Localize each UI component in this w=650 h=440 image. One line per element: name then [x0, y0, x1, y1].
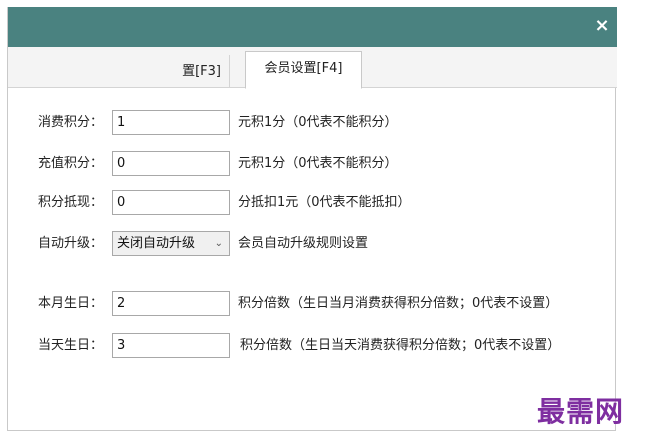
- row-recharge-points: 充值积分： 元积1分（0代表不能积分）: [8, 151, 617, 177]
- tab-strip: 置[F3] 会员设置[F4]: [8, 47, 617, 89]
- birthday-month-desc: 积分倍数（生日当月消费获得积分倍数；0代表不设置）: [238, 296, 559, 311]
- settings-dialog: × 置[F3] 会员设置[F4] 消费积分： 元积1分（0代表不能积分） 充值积…: [7, 7, 617, 431]
- row-consume-points: 消费积分： 元积1分（0代表不能积分）: [8, 110, 617, 136]
- auto-upgrade-label: 自动升级：: [38, 236, 104, 251]
- auto-upgrade-select[interactable]: 关闭自动升级 ⌄: [112, 231, 230, 256]
- recharge-points-desc: 元积1分（0代表不能积分）: [238, 156, 398, 171]
- points-deduction-desc: 分抵扣1元（0代表不能抵扣）: [238, 195, 411, 210]
- tab-settings-f3[interactable]: 置[F3]: [8, 55, 230, 88]
- recharge-points-label: 充值积分：: [38, 156, 104, 171]
- consume-points-desc: 元积1分（0代表不能积分）: [238, 115, 398, 130]
- recharge-points-input[interactable]: [112, 151, 230, 176]
- birthday-month-label: 本月生日：: [38, 296, 104, 311]
- auto-upgrade-rules-link[interactable]: 会员自动升级规则设置: [238, 231, 368, 257]
- points-deduction-label: 积分抵现：: [38, 195, 104, 210]
- title-bar: ×: [8, 7, 617, 47]
- birthday-month-input[interactable]: [112, 291, 230, 316]
- row-points-deduction: 积分抵现： 分抵扣1元（0代表不能抵扣）: [8, 190, 617, 216]
- tab-member-settings-f4[interactable]: 会员设置[F4]: [245, 51, 362, 89]
- auto-upgrade-selected-value: 关闭自动升级: [117, 236, 196, 251]
- birthday-day-label: 当天生日：: [38, 338, 104, 353]
- birthday-day-input[interactable]: [112, 333, 230, 358]
- row-auto-upgrade: 自动升级： 关闭自动升级 ⌄ 会员自动升级规则设置: [8, 231, 617, 257]
- close-button[interactable]: ×: [591, 15, 613, 37]
- watermark-logo: 最需网: [537, 395, 625, 428]
- close-icon: ×: [594, 15, 610, 36]
- points-deduction-input[interactable]: [112, 190, 230, 215]
- consume-points-input[interactable]: [112, 110, 230, 135]
- consume-points-label: 消费积分：: [38, 115, 104, 130]
- row-birthday-day: 当天生日： 积分倍数（生日当天消费获得积分倍数；0代表不设置）: [8, 333, 617, 359]
- row-birthday-month: 本月生日： 积分倍数（生日当月消费获得积分倍数；0代表不设置）: [8, 291, 617, 317]
- birthday-day-desc: 积分倍数（生日当天消费获得积分倍数；0代表不设置）: [240, 338, 561, 353]
- chevron-down-icon: ⌄: [214, 238, 223, 249]
